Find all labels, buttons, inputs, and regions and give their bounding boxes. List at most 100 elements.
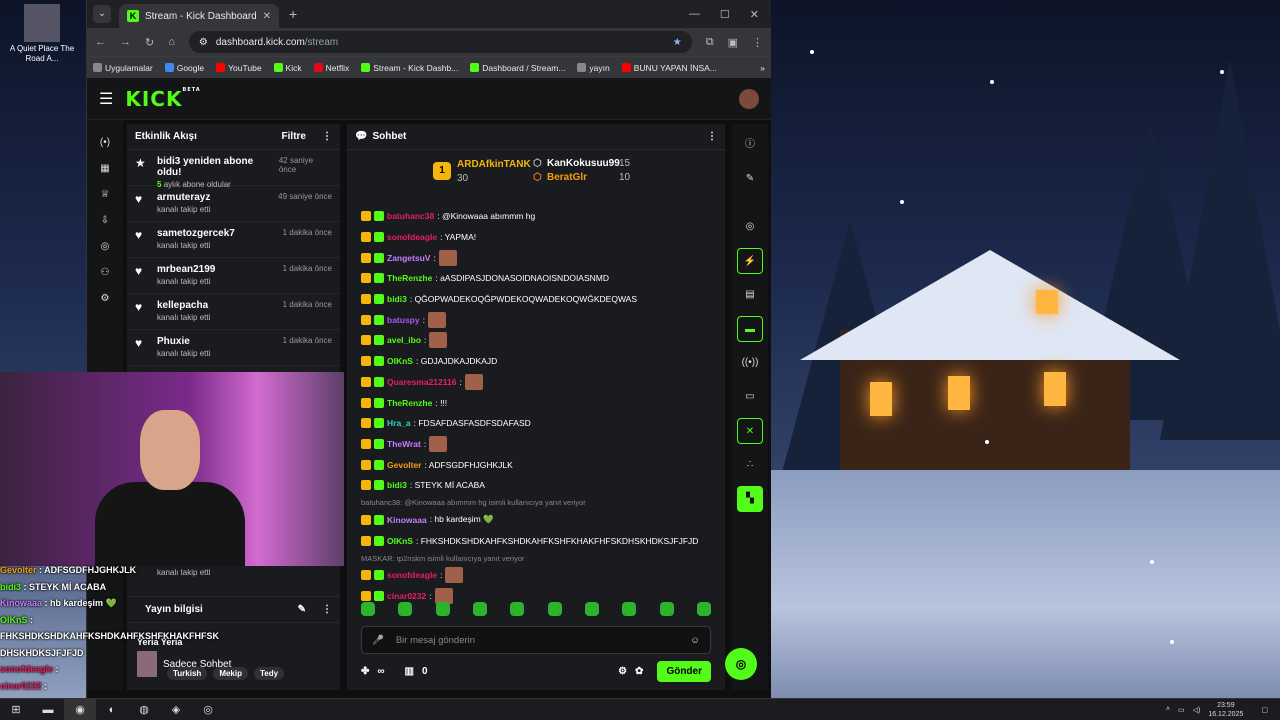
edit-icon[interactable]: ✎ [298, 604, 306, 615]
chat-username[interactable]: TheWrat [387, 439, 421, 449]
clapper-icon[interactable]: ▚ [737, 486, 763, 512]
chat-username[interactable]: ZangetsuV [387, 253, 430, 263]
notifications-icon[interactable]: ▢ [1261, 706, 1268, 714]
chat-username[interactable]: Quaresma212116 [387, 377, 456, 387]
chat-username[interactable]: OIKnS [387, 536, 413, 546]
bookmark-item[interactable]: Stream - Kick Dashb... [361, 62, 458, 73]
kick-logo[interactable]: KICKBETA [125, 87, 200, 111]
bookmark-item[interactable]: Dashboard / Stream... [470, 62, 565, 73]
maximize-icon[interactable]: ☐ [720, 8, 730, 21]
stream-nav-icon[interactable]: (•) [87, 130, 123, 156]
quick-emote-icon[interactable] [622, 602, 637, 616]
settings-nav-icon[interactable]: ⚙ [87, 286, 123, 312]
home-icon[interactable]: ⌂ [168, 36, 175, 48]
quick-emote-icon[interactable] [659, 602, 674, 616]
reload-icon[interactable]: ↻ [145, 36, 154, 49]
chat-username[interactable]: sonofdeagle [387, 232, 437, 242]
quick-emote-icon[interactable] [547, 602, 562, 616]
notes-icon[interactable]: ▤ [737, 282, 763, 308]
quick-emote-icon[interactable] [398, 602, 413, 616]
chat-settings-icon[interactable]: ⚙ [618, 666, 627, 677]
address-bar[interactable]: ⚙ dashboard.kick.com/stream ★ [188, 31, 692, 53]
bookmark-item[interactable]: YouTube [216, 62, 262, 73]
analytics-nav-icon[interactable]: ▦ [87, 156, 123, 182]
filter-button[interactable]: Filtre [282, 131, 306, 142]
chat-username[interactable]: batuhanc38 [387, 211, 434, 221]
back-icon[interactable]: ← [95, 36, 106, 48]
discord-icon[interactable]: ◍ [128, 699, 160, 720]
emote-picker-icon[interactable]: ✿ [635, 666, 643, 677]
chat-username[interactable]: Hra_a [387, 418, 411, 428]
desktop-shortcut[interactable]: A Quiet Place The Road A... [2, 4, 82, 64]
activity-item[interactable]: ♥ mrbean2199 1 dakika önce kanalı takip ett… [127, 258, 340, 294]
activity-item[interactable]: ♥ armuterayz 49 saniye önce kanalı takip et… [127, 186, 340, 222]
chat-username[interactable]: bidi3 [387, 480, 407, 490]
bookmark-item[interactable]: BUNU YAPAN İNSA... [621, 62, 717, 73]
broadcast-icon[interactable]: ((•)) [737, 350, 763, 376]
camera-icon[interactable]: ◎ [737, 214, 763, 240]
quick-emote-icon[interactable] [361, 602, 375, 616]
clock[interactable]: 23:59 16.12.2025 [1208, 701, 1243, 719]
info-icon[interactable]: ⓘ [737, 132, 763, 158]
profile-icon[interactable]: ▣ [728, 36, 738, 49]
layout-icon[interactable]: ▭ [737, 384, 763, 410]
nodes-icon[interactable]: ∴ [737, 452, 763, 478]
send-button[interactable]: Gönder [657, 660, 711, 682]
quick-emote-icon[interactable] [435, 602, 450, 616]
quick-emote-icon[interactable] [696, 602, 711, 616]
support-fab-icon[interactable]: ◎ [725, 648, 757, 680]
more-options-icon[interactable]: ⋮ [322, 604, 332, 615]
tools-icon[interactable]: ✕ [737, 418, 763, 444]
quick-emote-icon[interactable] [472, 602, 487, 616]
tab-search-button[interactable]: ⌄ [93, 5, 111, 23]
forward-icon[interactable]: → [120, 36, 131, 48]
hamburger-menu-icon[interactable]: ☰ [99, 89, 113, 109]
chat-username[interactable]: sonofdeagle [387, 570, 437, 580]
bookmark-item[interactable]: Google [164, 62, 204, 73]
edit-icon[interactable]: ✎ [737, 166, 763, 192]
steam-icon[interactable]: ◐ [96, 699, 128, 720]
obs-icon[interactable]: ◎ [192, 699, 224, 720]
chat-username[interactable]: cinar0232 [387, 591, 426, 601]
activity-item[interactable]: ♥ kellepacha 1 dakika önce kanalı takip ett… [127, 294, 340, 330]
bookmark-item[interactable]: Uygulamalar [93, 62, 153, 73]
browser-tab[interactable]: K Stream - Kick Dashboard ✕ [119, 4, 279, 28]
tray-arrow-icon[interactable]: ˄ [1166, 706, 1170, 713]
chat-username[interactable]: Gevolter [387, 460, 422, 470]
activity-item[interactable]: ♥ Phuxie 1 dakika önce kanalı takip etti [127, 330, 340, 366]
chat-username[interactable]: batuspy [387, 315, 420, 325]
menu-icon[interactable]: ⋮ [752, 36, 763, 49]
quick-emote-icon[interactable] [510, 602, 525, 616]
kick-points-icon[interactable]: ✤ [361, 666, 369, 677]
activity-item[interactable]: ★ bidi3 yeniden abone oldu! 42 saniye önce… [127, 150, 340, 189]
chat-icon[interactable]: ▬ [737, 316, 763, 342]
kick-app-icon[interactable]: ◈ [160, 699, 192, 720]
file-explorer-icon[interactable]: ▬ [32, 699, 64, 720]
more-options-icon[interactable]: ⋮ [322, 131, 332, 142]
emoji-icon[interactable]: ☺ [690, 635, 700, 646]
chat-username[interactable]: OIKnS [387, 356, 413, 366]
close-tab-icon[interactable]: ✕ [263, 11, 271, 22]
stream-tag[interactable]: Tedy [253, 667, 285, 680]
chat-username[interactable]: Kinowaaa [387, 515, 427, 525]
chat-username[interactable]: bidi3 [387, 294, 407, 304]
camera-nav-icon[interactable]: ◎ [87, 234, 123, 260]
minimize-icon[interactable]: — [689, 8, 700, 21]
chat-username[interactable]: TheRenzhe [387, 273, 432, 283]
users-nav-icon[interactable]: ⚇ [87, 260, 123, 286]
chat-input[interactable]: 🎤 Bir mesaj gönderin ☺ [361, 626, 711, 654]
chat-username[interactable]: TheRenzhe [387, 398, 432, 408]
start-icon[interactable]: ⊞ [0, 699, 32, 720]
bookmark-item[interactable]: yayın [577, 62, 610, 73]
close-window-icon[interactable]: ✕ [750, 8, 759, 21]
bookmark-star-icon[interactable]: ★ [673, 37, 682, 48]
mic-icon[interactable]: 🎤 [372, 635, 384, 646]
bookmarks-overflow-icon[interactable]: » [760, 63, 765, 73]
network-icon[interactable]: ▭ [1178, 706, 1185, 714]
extensions-icon[interactable]: ⧉ [706, 36, 714, 49]
new-tab-icon[interactable]: + [289, 6, 297, 22]
bookmark-item[interactable]: Netflix [313, 62, 349, 73]
site-info-icon[interactable]: ⚙ [199, 37, 208, 48]
chat-username[interactable]: avel_ibo [387, 335, 421, 345]
bookmark-item[interactable]: Kick [273, 62, 302, 73]
